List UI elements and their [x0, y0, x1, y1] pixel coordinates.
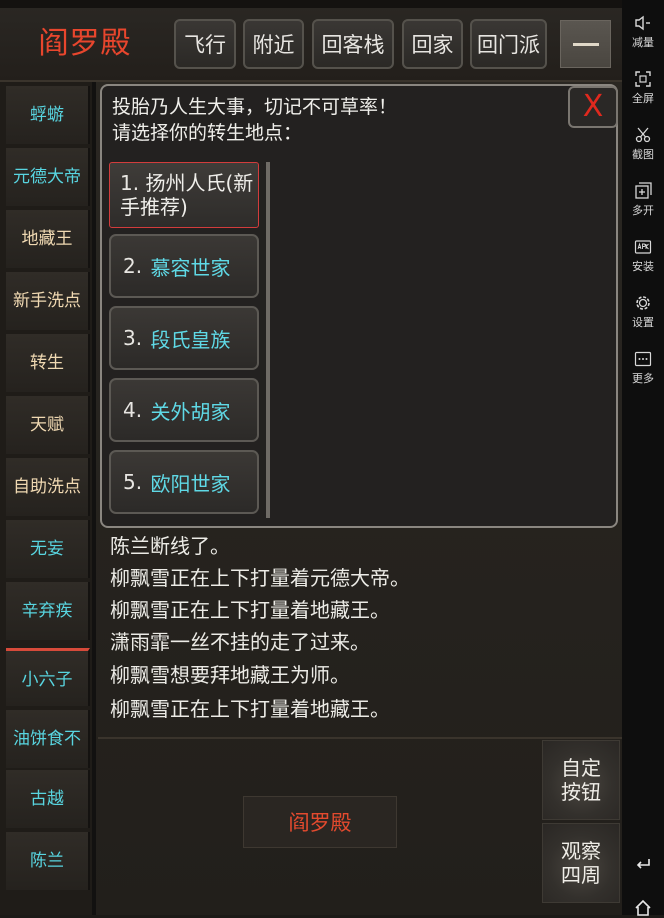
option-number: 1.: [120, 171, 140, 195]
apk-install-icon: [634, 240, 652, 254]
minimize-button[interactable]: [560, 20, 611, 68]
tool-label: 设置: [632, 316, 654, 329]
dialog-prompt-line2: 请选择你的转生地点：: [112, 122, 303, 144]
npc-item[interactable]: 古越: [6, 770, 90, 828]
npc-item[interactable]: 地藏王: [6, 210, 90, 268]
location-title: 阎罗殿: [38, 26, 132, 61]
tool-back[interactable]: [622, 854, 664, 874]
dialog-prompt-line1: 投胎乃人生大事，切记不可草率！: [112, 96, 398, 118]
npc-item[interactable]: 无妄: [6, 520, 90, 578]
tool-screenshot[interactable]: 截图: [622, 126, 664, 162]
rebirth-dialog: 投胎乃人生大事，切记不可草率！ 请选择你的转生地点： X 1. 扬州人氏(新手推…: [100, 84, 618, 528]
chat-line: 柳飘雪想要拜地藏王为师。: [110, 663, 350, 687]
npc-item[interactable]: 蜉蝣: [6, 86, 90, 144]
npc-item[interactable]: 转生: [6, 334, 90, 392]
look-around-label: 观察四周: [561, 839, 601, 887]
tool-label: 更多: [632, 372, 654, 385]
tool-label: 多开: [632, 204, 654, 217]
volume-down-icon: [635, 15, 650, 31]
option-name: 慕容世家: [150, 255, 231, 280]
npc-item[interactable]: 新手洗点: [6, 272, 90, 330]
option-name: 扬州人氏(新手推荐): [120, 171, 254, 219]
header-bar: 阎罗殿 飞行 附近 回客栈 回家 回门派: [0, 8, 622, 82]
npc-item[interactable]: 天赋: [6, 396, 90, 454]
rebirth-option-3[interactable]: 3. 段氏皇族: [109, 306, 259, 370]
npc-item[interactable]: 小六子: [6, 648, 90, 706]
chat-line: 柳飘雪正在上下打量着地藏王。: [110, 697, 390, 721]
custom-button-label: 自定按钮: [561, 756, 601, 804]
npc-item[interactable]: 元德大帝: [6, 148, 90, 206]
gear-icon: [636, 296, 650, 310]
sidebar-scrollbar[interactable]: [92, 82, 96, 915]
chat-line: 柳飘雪正在上下打量着地藏王。: [110, 598, 390, 622]
tool-label: 安装: [632, 260, 654, 273]
rebirth-option-5[interactable]: 5. 欧阳世家: [109, 450, 259, 514]
scissors-icon: [635, 127, 651, 143]
fullscreen-icon: [635, 71, 651, 87]
close-button[interactable]: X: [568, 86, 618, 128]
chat-line: 陈兰断线了。: [110, 534, 230, 558]
chat-line: 潇雨霏一丝不挂的走了过来。: [110, 630, 370, 654]
npc-sidebar: 蜉蝣 元德大帝 地藏王 新手洗点 转生 天赋 自助洗点 无妄 辛弃疾 小六子 油…: [0, 82, 96, 915]
more-icon: [634, 351, 652, 367]
chat-log: 陈兰断线了。 柳飘雪正在上下打量着元德大帝。 柳飘雪正在上下打量着地藏王。 潇雨…: [98, 525, 618, 735]
home-icon: [635, 899, 651, 916]
fly-button[interactable]: 飞行: [174, 19, 236, 69]
option-number: 4.: [123, 398, 143, 422]
tool-home[interactable]: [622, 898, 664, 918]
rebirth-option-1[interactable]: 1. 扬州人氏(新手推荐): [109, 162, 259, 228]
tool-more[interactable]: 更多: [622, 350, 664, 386]
tool-label: 全屏: [632, 92, 654, 105]
dialog-prompt: 投胎乃人生大事，切记不可草率！ 请选择你的转生地点：: [112, 94, 397, 146]
option-label: 1. 扬州人氏(新手推荐): [120, 171, 258, 219]
option-name: 关外胡家: [150, 399, 231, 424]
nearby-button[interactable]: 附近: [243, 19, 304, 69]
return-inn-button[interactable]: 回客栈: [312, 19, 394, 69]
chat-line: 柳飘雪正在上下打量着元德大帝。: [110, 566, 410, 590]
custom-button[interactable]: 自定按钮: [542, 740, 620, 820]
return-sect-button[interactable]: 回门派: [470, 19, 547, 69]
multi-open-icon: [635, 182, 652, 199]
current-location-label: 阎罗殿: [243, 796, 397, 848]
back-arrow-icon: [636, 859, 650, 869]
option-number: 2.: [123, 254, 143, 278]
return-home-button[interactable]: 回家: [402, 19, 463, 69]
option-number: 3.: [123, 326, 143, 350]
tool-settings[interactable]: 设置: [622, 294, 664, 330]
tool-fullscreen[interactable]: 全屏: [622, 70, 664, 106]
tool-label: 减量: [632, 36, 654, 49]
rebirth-option-4[interactable]: 4. 关外胡家: [109, 378, 259, 442]
top-strip: [0, 0, 622, 8]
emulator-toolbar: 减量 全屏 截图 多开 安装 设置 更多: [622, 0, 664, 918]
npc-item[interactable]: 自助洗点: [6, 458, 90, 516]
npc-item[interactable]: 辛弃疾: [6, 582, 90, 640]
tool-volume-down[interactable]: 减量: [622, 14, 664, 50]
look-around-button[interactable]: 观察四周: [542, 823, 620, 903]
npc-item[interactable]: 陈兰: [6, 832, 90, 890]
option-number: 5.: [123, 470, 143, 494]
game-window: 阎罗殿 飞行 附近 回客栈 回家 回门派 蜉蝣 元德大帝 地藏王 新手洗点 转生…: [0, 0, 622, 915]
tool-multi-open[interactable]: 多开: [622, 182, 664, 218]
tool-label: 截图: [632, 148, 654, 161]
options-scrollbar[interactable]: [266, 162, 270, 518]
tool-install[interactable]: 安装: [622, 238, 664, 274]
npc-item[interactable]: 油饼食不: [6, 710, 90, 768]
rebirth-option-2[interactable]: 2. 慕容世家: [109, 234, 259, 298]
option-name: 欧阳世家: [150, 471, 231, 496]
option-name: 段氏皇族: [150, 327, 231, 352]
minus-icon: [573, 43, 599, 46]
